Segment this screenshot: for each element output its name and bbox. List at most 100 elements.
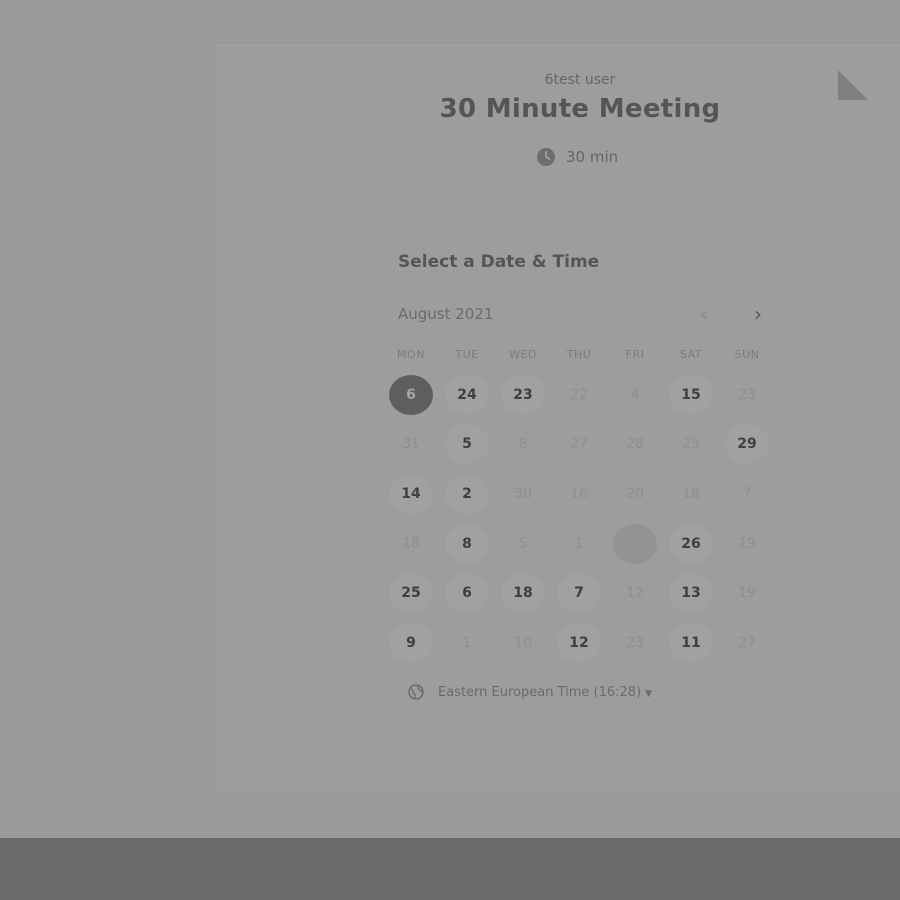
calendar-day-number: 4 — [630, 386, 640, 403]
calendar-day[interactable]: 5 — [439, 420, 495, 470]
calendar-day-number: 18 — [402, 535, 420, 552]
timezone-label: Eastern European Time (16:28) — [438, 684, 642, 700]
calendar-day-number: 27 — [738, 634, 756, 651]
calendar-day-number: 7 — [742, 485, 752, 502]
calendar-day-number: 23 — [738, 386, 756, 403]
calendar-day-number: 18 — [682, 485, 700, 502]
calendar-day-number: 11 — [669, 622, 713, 663]
calendar-day: 22 — [551, 370, 607, 420]
calendar-day: 23 — [607, 618, 663, 668]
calendar-day-number: 12 — [557, 622, 601, 663]
calendar-day-number: 24 — [445, 374, 489, 415]
calendar-day-number: 10 — [514, 634, 532, 651]
calendar-day-number: 16 — [570, 485, 588, 502]
calendar-day: 8 — [495, 420, 551, 470]
calendar-day[interactable]: 15 — [663, 370, 719, 420]
calendar-day: 25 — [663, 420, 719, 470]
calendar-day-number: 19 — [738, 535, 756, 552]
calendar-day-number: 8 — [518, 436, 528, 453]
calendar-day-number: 9 — [389, 622, 433, 663]
calendar-day-number: 20 — [626, 485, 644, 502]
days-grid: 6 24 23 22 4 15 23 31 5 8 27 28 25 29 14 2 30 16 20 18 7 18 8 5… — [383, 370, 775, 668]
calendar-day[interactable]: 18 — [495, 568, 551, 618]
calendar-day: 10 — [495, 618, 551, 668]
calendar-day[interactable]: 1 — [607, 519, 663, 569]
calendar-day[interactable]: 8 — [439, 519, 495, 569]
calendar-day[interactable]: 29 — [719, 420, 775, 470]
caret-down-icon: ▼ — [645, 688, 653, 699]
calendar-day-number: 5 — [518, 535, 528, 552]
calendar-day-number: 29 — [725, 424, 769, 465]
calendar-day: 30 — [495, 469, 551, 519]
calendar-day[interactable]: 26 — [663, 519, 719, 569]
calendar-day: 23 — [719, 370, 775, 420]
calendar-day-number: 31 — [402, 436, 420, 453]
calendar-day-number: 5 — [445, 424, 489, 465]
calendar-day-selected[interactable]: 6 — [383, 370, 439, 420]
calendar-day[interactable]: 23 — [495, 370, 551, 420]
event-duration: 30 min — [536, 147, 618, 167]
event-title: 30 Minute Meeting — [439, 94, 721, 124]
calendar-day: 16 — [551, 469, 607, 519]
calendar-day: 5 — [495, 519, 551, 569]
calendar-day: 19 — [719, 519, 775, 569]
weekday-label: SAT — [679, 348, 703, 361]
duration-label: 30 min — [566, 148, 619, 166]
calendar-day: 1 — [439, 618, 495, 668]
weekday-label: MON — [397, 348, 425, 361]
calendar-day[interactable]: 2 — [439, 469, 495, 519]
calendar-day[interactable]: 9 — [383, 618, 439, 668]
page-footer — [0, 838, 900, 900]
calendar-day-number: 1 — [462, 634, 472, 651]
calendar-day[interactable]: 13 — [663, 568, 719, 618]
calendar-day: 18 — [663, 469, 719, 519]
calendar-day-number: 23 — [501, 374, 545, 415]
section-title: Select a Date & Time — [398, 252, 600, 272]
calendar-day-number: 19 — [738, 585, 756, 602]
calendar-day[interactable]: 6 — [439, 568, 495, 618]
calendar-day-number: 13 — [669, 573, 713, 614]
calendar-day: 12 — [607, 568, 663, 618]
calendar-day[interactable]: 11 — [663, 618, 719, 668]
weekday-label: FRI — [625, 348, 645, 361]
calendar-day-number: 18 — [501, 573, 545, 614]
calendar-day: 19 — [719, 568, 775, 618]
weekday-label: SUN — [734, 348, 760, 361]
calendar-day-number: 12 — [626, 585, 644, 602]
calendar-day-number: 8 — [445, 523, 489, 564]
weekday-header: MON TUE WED THU FRI SAT SUN — [383, 348, 775, 370]
previous-month-button[interactable]: ‹ — [690, 300, 718, 328]
calendar-day[interactable]: 14 — [383, 469, 439, 519]
calendar-day: 1 — [551, 519, 607, 569]
calendar-grid: MON TUE WED THU FRI SAT SUN 6 24 23 22 4 15 23… — [383, 348, 775, 668]
calendar-day-number: 26 — [669, 523, 713, 564]
calendar-day: 4 — [607, 370, 663, 420]
calendar-day: 31 — [383, 420, 439, 470]
weekday-label: TUE — [455, 348, 479, 361]
timezone-selector[interactable]: Eastern European Time (16:28) ▼ — [408, 684, 652, 700]
calendar-day: 18 — [383, 519, 439, 569]
calendar-day-number: 14 — [389, 473, 433, 514]
calendar-day-number: 15 — [669, 374, 713, 415]
calendar-day: 7 — [719, 469, 775, 519]
calendar-day-number: 27 — [570, 436, 588, 453]
calendar-day-number: 1 — [574, 535, 584, 552]
calendar-day-number: 25 — [389, 573, 433, 614]
calendar-day[interactable]: 24 — [439, 370, 495, 420]
calendar-day[interactable]: 25 — [383, 568, 439, 618]
calendar-day-number: 22 — [570, 386, 588, 403]
calendar-day[interactable]: 12 — [551, 618, 607, 668]
host-name: 6test user — [544, 72, 616, 88]
weekday-label: THU — [566, 348, 592, 361]
calendar-day[interactable]: 7 — [551, 568, 607, 618]
calendar-day-number: 6 — [389, 374, 433, 415]
calendar-day-number: 6 — [445, 573, 489, 614]
globe-icon — [408, 684, 424, 700]
next-month-button[interactable]: › — [744, 300, 772, 328]
calendar-day-number: 23 — [626, 634, 644, 651]
calendar-day-number: 1 — [613, 523, 657, 564]
calendar-day: 27 — [719, 618, 775, 668]
weekday-label: WED — [509, 348, 537, 361]
powered-by-ribbon[interactable]: Ca — [838, 40, 900, 100]
calendar-day-number: 2 — [445, 473, 489, 514]
